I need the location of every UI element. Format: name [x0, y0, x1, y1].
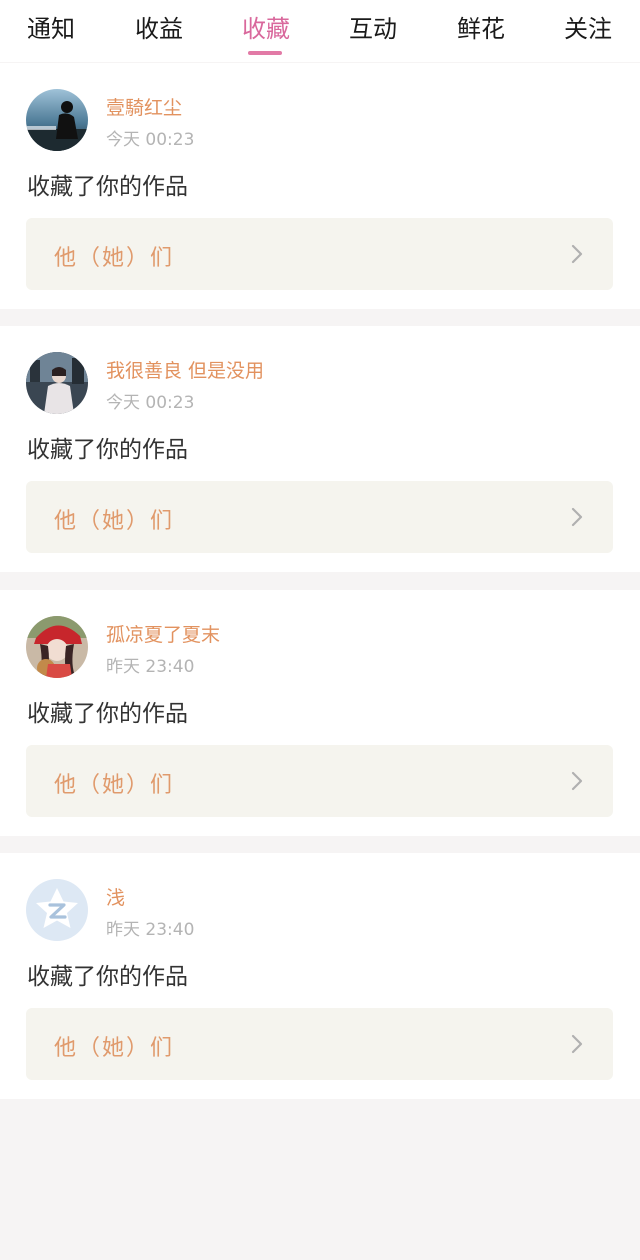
chevron-right-icon — [571, 507, 583, 527]
chevron-right-icon — [571, 1034, 583, 1054]
avatar[interactable] — [26, 89, 88, 151]
view-users-button[interactable]: 他（她）们 — [26, 218, 613, 290]
view-users-button[interactable]: 他（她）们 — [26, 481, 613, 553]
view-users-button[interactable]: 他（她）们 — [26, 745, 613, 817]
username[interactable]: 孤凉夏了夏末 — [106, 620, 220, 647]
timestamp: 今天 00:23 — [106, 393, 195, 413]
notification-message: 收藏了你的作品 — [27, 437, 188, 463]
avatar[interactable] — [26, 616, 88, 678]
notification-card: 浅 昨天 23:40 收藏了你的作品 他（她）们 — [0, 853, 640, 1099]
view-users-button[interactable]: 他（她）们 — [26, 1008, 613, 1080]
tab-interactions[interactable]: 互动 — [333, 10, 413, 50]
tab-flowers[interactable]: 鲜花 — [441, 10, 521, 50]
view-users-label: 他（她）们 — [54, 773, 175, 798]
tab-following[interactable]: 关注 — [548, 10, 628, 50]
notification-card: 我很善良 但是没用 今天 00:23 收藏了你的作品 他（她）们 — [0, 326, 640, 572]
view-users-label: 他（她）们 — [54, 1036, 175, 1061]
username[interactable]: 我很善良 但是没用 — [106, 356, 264, 383]
notification-message: 收藏了你的作品 — [27, 964, 188, 990]
username[interactable]: 壹騎红尘 — [106, 93, 182, 120]
chevron-right-icon — [571, 771, 583, 791]
notification-card: 孤凉夏了夏末 昨天 23:40 收藏了你的作品 他（她）们 — [0, 590, 640, 836]
notification-message: 收藏了你的作品 — [27, 174, 188, 200]
view-users-label: 他（她）们 — [54, 246, 175, 271]
notification-message: 收藏了你的作品 — [27, 701, 188, 727]
notification-card: 壹騎红尘 今天 00:23 收藏了你的作品 他（她）们 — [0, 63, 640, 309]
username[interactable]: 浅 — [106, 883, 125, 910]
tab-notifications[interactable]: 通知 — [11, 10, 91, 50]
timestamp: 昨天 23:40 — [106, 657, 195, 677]
top-tab-bar: 通知 收益 收藏 互动 鲜花 关注 — [0, 0, 640, 62]
active-tab-indicator — [248, 51, 282, 55]
chevron-right-icon — [571, 244, 583, 264]
timestamp: 昨天 23:40 — [106, 920, 195, 940]
view-users-label: 他（她）们 — [54, 509, 175, 534]
tab-earnings[interactable]: 收益 — [119, 10, 199, 50]
timestamp: 今天 00:23 — [106, 130, 195, 150]
avatar[interactable] — [26, 352, 88, 414]
tab-favorites[interactable]: 收藏 — [226, 10, 306, 50]
default-avatar[interactable] — [26, 879, 88, 941]
